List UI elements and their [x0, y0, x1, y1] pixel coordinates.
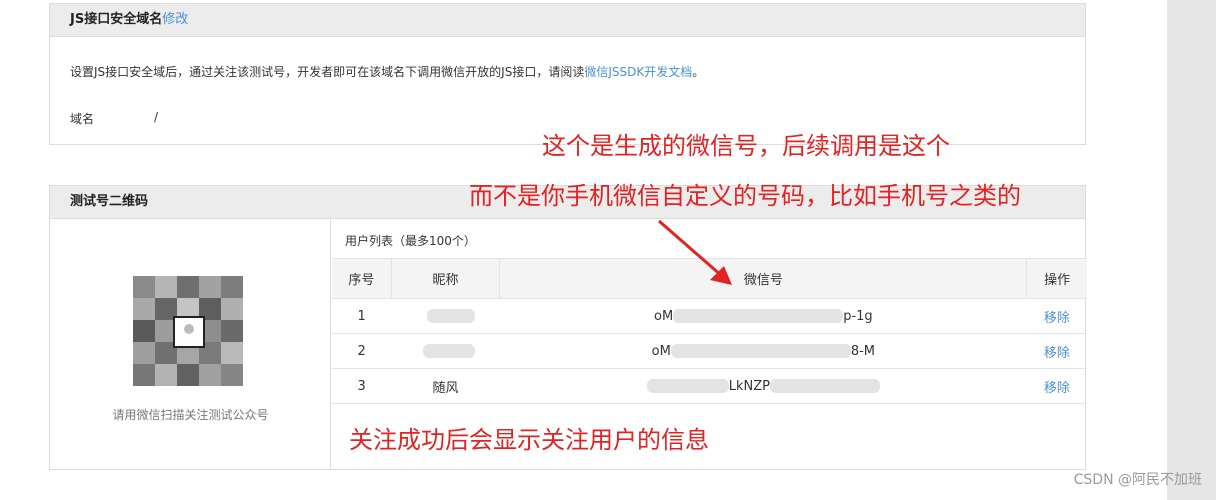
qr-panel-title: 测试号二维码 — [70, 194, 149, 209]
row-nick: 随风 — [391, 368, 500, 404]
redacted-nick — [422, 344, 475, 358]
qr-column: 请用微信扫描关注测试公众号 — [50, 219, 331, 469]
row-seq: 1 — [332, 298, 392, 334]
domain-value: / — [154, 110, 159, 124]
wechat-id-suffix: p-1g — [843, 308, 873, 324]
domain-label: 域名 — [70, 112, 95, 126]
user-table-header: 序号 昵称 微信号 操作 — [332, 258, 1087, 299]
row-seq: 3 — [332, 368, 392, 404]
remove-user-button[interactable]: 移除 — [1026, 368, 1087, 404]
user-table: 序号 昵称 微信号 操作 1 oM p-1g 移除 2 oM 8-M 移除 3 … — [332, 258, 1087, 404]
remove-user-button[interactable]: 移除 — [1026, 298, 1087, 334]
redacted-wechat-id — [670, 344, 851, 358]
description-end: 。 — [692, 65, 705, 79]
row-seq: 2 — [332, 333, 392, 369]
table-row: 1 oM p-1g 移除 — [332, 298, 1087, 334]
remove-user-button[interactable]: 移除 — [1026, 333, 1087, 369]
js-domain-description: 设置JS接口安全域后，通过关注该测试号，开发者即可在该域名下调用微信开放的JS接… — [70, 63, 704, 80]
table-row: 2 oM 8-M 移除 — [332, 333, 1087, 369]
row-nick — [391, 333, 500, 369]
js-domain-title: JS接口安全域名 — [70, 12, 163, 27]
row-nick — [391, 298, 500, 334]
row-wechat-id: oM 8-M — [499, 333, 1027, 369]
qr-center-avatar-icon — [173, 316, 205, 348]
annotation-line-1: 这个是生成的微信号，后续调用是这个 — [542, 132, 950, 160]
table-row: 3 随风 LkNZP 移除 — [332, 368, 1087, 404]
row-wechat-id: oM p-1g — [499, 298, 1027, 334]
description-text: 设置JS接口安全域后，通过关注该测试号，开发者即可在该域名下调用微信开放的JS接… — [70, 65, 585, 79]
right-scroll-gutter — [1167, 0, 1216, 500]
edit-domain-link[interactable]: 修改 — [162, 12, 188, 27]
header-seq: 序号 — [332, 258, 392, 299]
redacted-wechat-id — [673, 309, 844, 323]
redacted-wechat-id-tail — [769, 379, 880, 393]
user-list-title: 用户列表（最多100个） — [345, 234, 476, 248]
wechat-id-prefix: oM — [651, 343, 671, 359]
qr-code-image — [133, 276, 245, 388]
domain-row: 域名 / — [70, 110, 158, 127]
header-nick: 昵称 — [391, 258, 501, 299]
qr-caption: 请用微信扫描关注测试公众号 — [112, 408, 269, 422]
wechat-id-suffix: 8-M — [850, 343, 876, 359]
wechat-id-suffix: LkNZP — [728, 378, 770, 394]
redacted-nick — [426, 309, 475, 323]
header-wechat-id: 微信号 — [499, 258, 1028, 299]
row-wechat-id: LkNZP — [499, 368, 1027, 404]
js-domain-panel: JS接口安全域名修改 设置JS接口安全域后，通过关注该测试号，开发者即可在该域名… — [49, 3, 1086, 145]
redacted-wechat-id — [646, 379, 729, 393]
jssdk-doc-link[interactable]: 微信JSSDK开发文档 — [584, 65, 692, 79]
annotation-line-3: 关注成功后会显示关注用户的信息 — [349, 426, 709, 454]
js-domain-panel-header: JS接口安全域名修改 — [50, 4, 1085, 37]
annotation-line-2: 而不是你手机微信自定义的号码，比如手机号之类的 — [469, 182, 1021, 210]
watermark: CSDN @阿民不加班 — [1073, 472, 1202, 488]
header-action: 操作 — [1026, 258, 1087, 299]
wechat-id-prefix: oM — [654, 308, 674, 324]
